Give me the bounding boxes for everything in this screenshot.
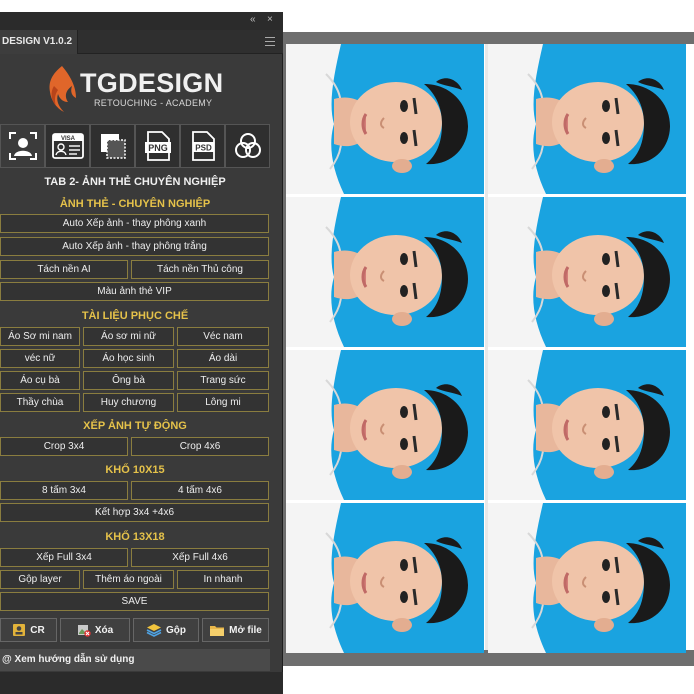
help-link[interactable]: @ Xem hướng dẫn sử dụng: [0, 649, 270, 671]
cr-label: CR: [30, 624, 45, 636]
id-card-icon: [13, 624, 26, 636]
mo-file-button[interactable]: Mở file: [202, 618, 269, 642]
rgb-circles-icon: [234, 133, 261, 158]
close-icon[interactable]: ×: [267, 13, 273, 27]
layers-square-icon: [100, 134, 126, 159]
mau-anh-vip-button[interactable]: Màu ảnh thẻ VIP: [0, 282, 269, 301]
ao-dai-button[interactable]: Áo dài: [177, 349, 269, 368]
vec-nu-button[interactable]: véc nữ: [0, 349, 80, 368]
cr-button[interactable]: CR: [0, 618, 57, 642]
portrait-tool-button[interactable]: [0, 124, 45, 168]
panel-footer: [0, 672, 283, 694]
visa-label: VISA: [60, 136, 75, 142]
xep-full-3x4-button[interactable]: Xếp Full 3x4: [0, 548, 128, 567]
panel-topbar: « ×: [0, 12, 283, 30]
crop-4x6-button[interactable]: Crop 4x6: [131, 437, 269, 456]
visa-tool-button[interactable]: VISA: [45, 124, 90, 168]
folder-icon: [210, 626, 225, 636]
workspace-bottom: [283, 666, 694, 694]
png-file-icon: PNG: [144, 131, 171, 161]
id-photo: [488, 350, 686, 500]
thay-chua-button[interactable]: Thầy chùa: [0, 393, 80, 412]
section-kho-10x15: KHỔ 10X15: [105, 464, 165, 476]
psd-tool-button[interactable]: PSD: [180, 124, 225, 168]
plugin-panel: « × DESIGN V1.0.2 TGDESIGN RETOUCHING - …: [0, 12, 283, 694]
ao-cu-ba-button[interactable]: Áo cụ bà: [0, 371, 80, 390]
document-canvas[interactable]: [283, 32, 694, 666]
tach-nen-thu-cong-button[interactable]: Tách nền Thủ công: [131, 260, 269, 279]
vec-nam-button[interactable]: Véc nam: [177, 327, 269, 346]
stack-layers-icon: [146, 624, 162, 637]
id-photo: [286, 197, 484, 347]
section-tai-lieu: TÀI LIỆU PHỤC CHẾ: [81, 310, 189, 322]
section-anh-the: ẢNH THẺ - CHUYÊN NGHIỆP: [59, 198, 211, 210]
ket-hop-button[interactable]: Kết hợp 3x4 +4x6: [0, 503, 269, 522]
gop-button[interactable]: Gộp: [133, 618, 199, 642]
ao-hoc-sinh-button[interactable]: Áo học sinh: [83, 349, 174, 368]
logo-subtitle: RETOUCHING - ACADEMY: [94, 98, 213, 108]
trang-suc-button[interactable]: Trang sức: [177, 371, 269, 390]
xoa-label: Xóa: [94, 624, 114, 636]
auto-trang-button[interactable]: Auto Xếp ảnh - thay phông trắng: [0, 237, 269, 256]
tam-3x4-button[interactable]: 8 tấm 3x4: [0, 481, 128, 500]
gop-label: Gộp: [166, 624, 186, 636]
gop-layer-button[interactable]: Gộp layer: [0, 570, 80, 589]
print-sheet: [286, 44, 694, 653]
delete-photo-icon: [77, 625, 91, 637]
png-label: PNG: [148, 143, 168, 153]
hamburger-icon[interactable]: [265, 37, 275, 46]
section-kho-13x18: KHỔ 13X18: [105, 531, 165, 543]
xoa-button[interactable]: Xóa: [60, 618, 130, 642]
xep-full-4x6-button[interactable]: Xếp Full 4x6: [131, 548, 269, 567]
double-chevron-left-icon[interactable]: «: [250, 13, 256, 27]
visa-icon: VISA: [51, 133, 84, 159]
id-photo: [286, 503, 484, 653]
panel-tab-title[interactable]: DESIGN V1.0.2: [0, 30, 78, 54]
workspace-top: [283, 0, 694, 32]
sheet-divider: [485, 44, 488, 650]
in-nhanh-button[interactable]: In nhanh: [177, 570, 269, 589]
id-photo: [488, 44, 686, 194]
id-photo: [286, 350, 484, 500]
tab-heading: TAB 2- ẢNH THẺ CHUYÊN NGHIỆP: [44, 176, 226, 188]
huy-chuong-button[interactable]: Huy chương: [83, 393, 174, 412]
auto-xanh-button[interactable]: Auto Xếp ảnh - thay phông xanh: [0, 214, 269, 233]
mo-file-label: Mở file: [229, 624, 262, 636]
panel-tab-row: DESIGN V1.0.2: [0, 30, 283, 54]
psd-label: PSD: [195, 144, 212, 153]
id-photo: [488, 503, 686, 653]
id-photo: [286, 44, 484, 194]
rgb-tool-button[interactable]: [225, 124, 270, 168]
tach-nen-ai-button[interactable]: Tách nền AI: [0, 260, 128, 279]
psd-file-icon: PSD: [191, 131, 215, 161]
section-xep-anh: XẾP ẢNH TỰ ĐỘNG: [83, 420, 187, 432]
id-photo: [488, 197, 686, 347]
long-mi-button[interactable]: Lông mi: [177, 393, 269, 412]
png-tool-button[interactable]: PNG: [135, 124, 180, 168]
ao-so-mi-nu-button[interactable]: Áo sơ mi nữ: [83, 327, 174, 346]
them-ao-ngoai-button[interactable]: Thêm áo ngoài: [83, 570, 174, 589]
layers-tool-button[interactable]: [90, 124, 135, 168]
ong-ba-button[interactable]: Ông bà: [83, 371, 174, 390]
tool-icon-bar: VISA PNG PSD: [0, 124, 270, 168]
crop-3x4-button[interactable]: Crop 3x4: [0, 437, 128, 456]
portrait-icon: [8, 132, 37, 160]
save-button[interactable]: SAVE: [0, 592, 269, 611]
flame-head-icon: [49, 66, 76, 112]
logo-title: TGDESIGN: [80, 68, 224, 98]
tam-4x6-button[interactable]: 4 tấm 4x6: [131, 481, 269, 500]
logo: TGDESIGN RETOUCHING - ACADEMY: [40, 64, 240, 118]
ao-so-mi-nam-button[interactable]: Áo Sơ mi nam: [0, 327, 80, 346]
